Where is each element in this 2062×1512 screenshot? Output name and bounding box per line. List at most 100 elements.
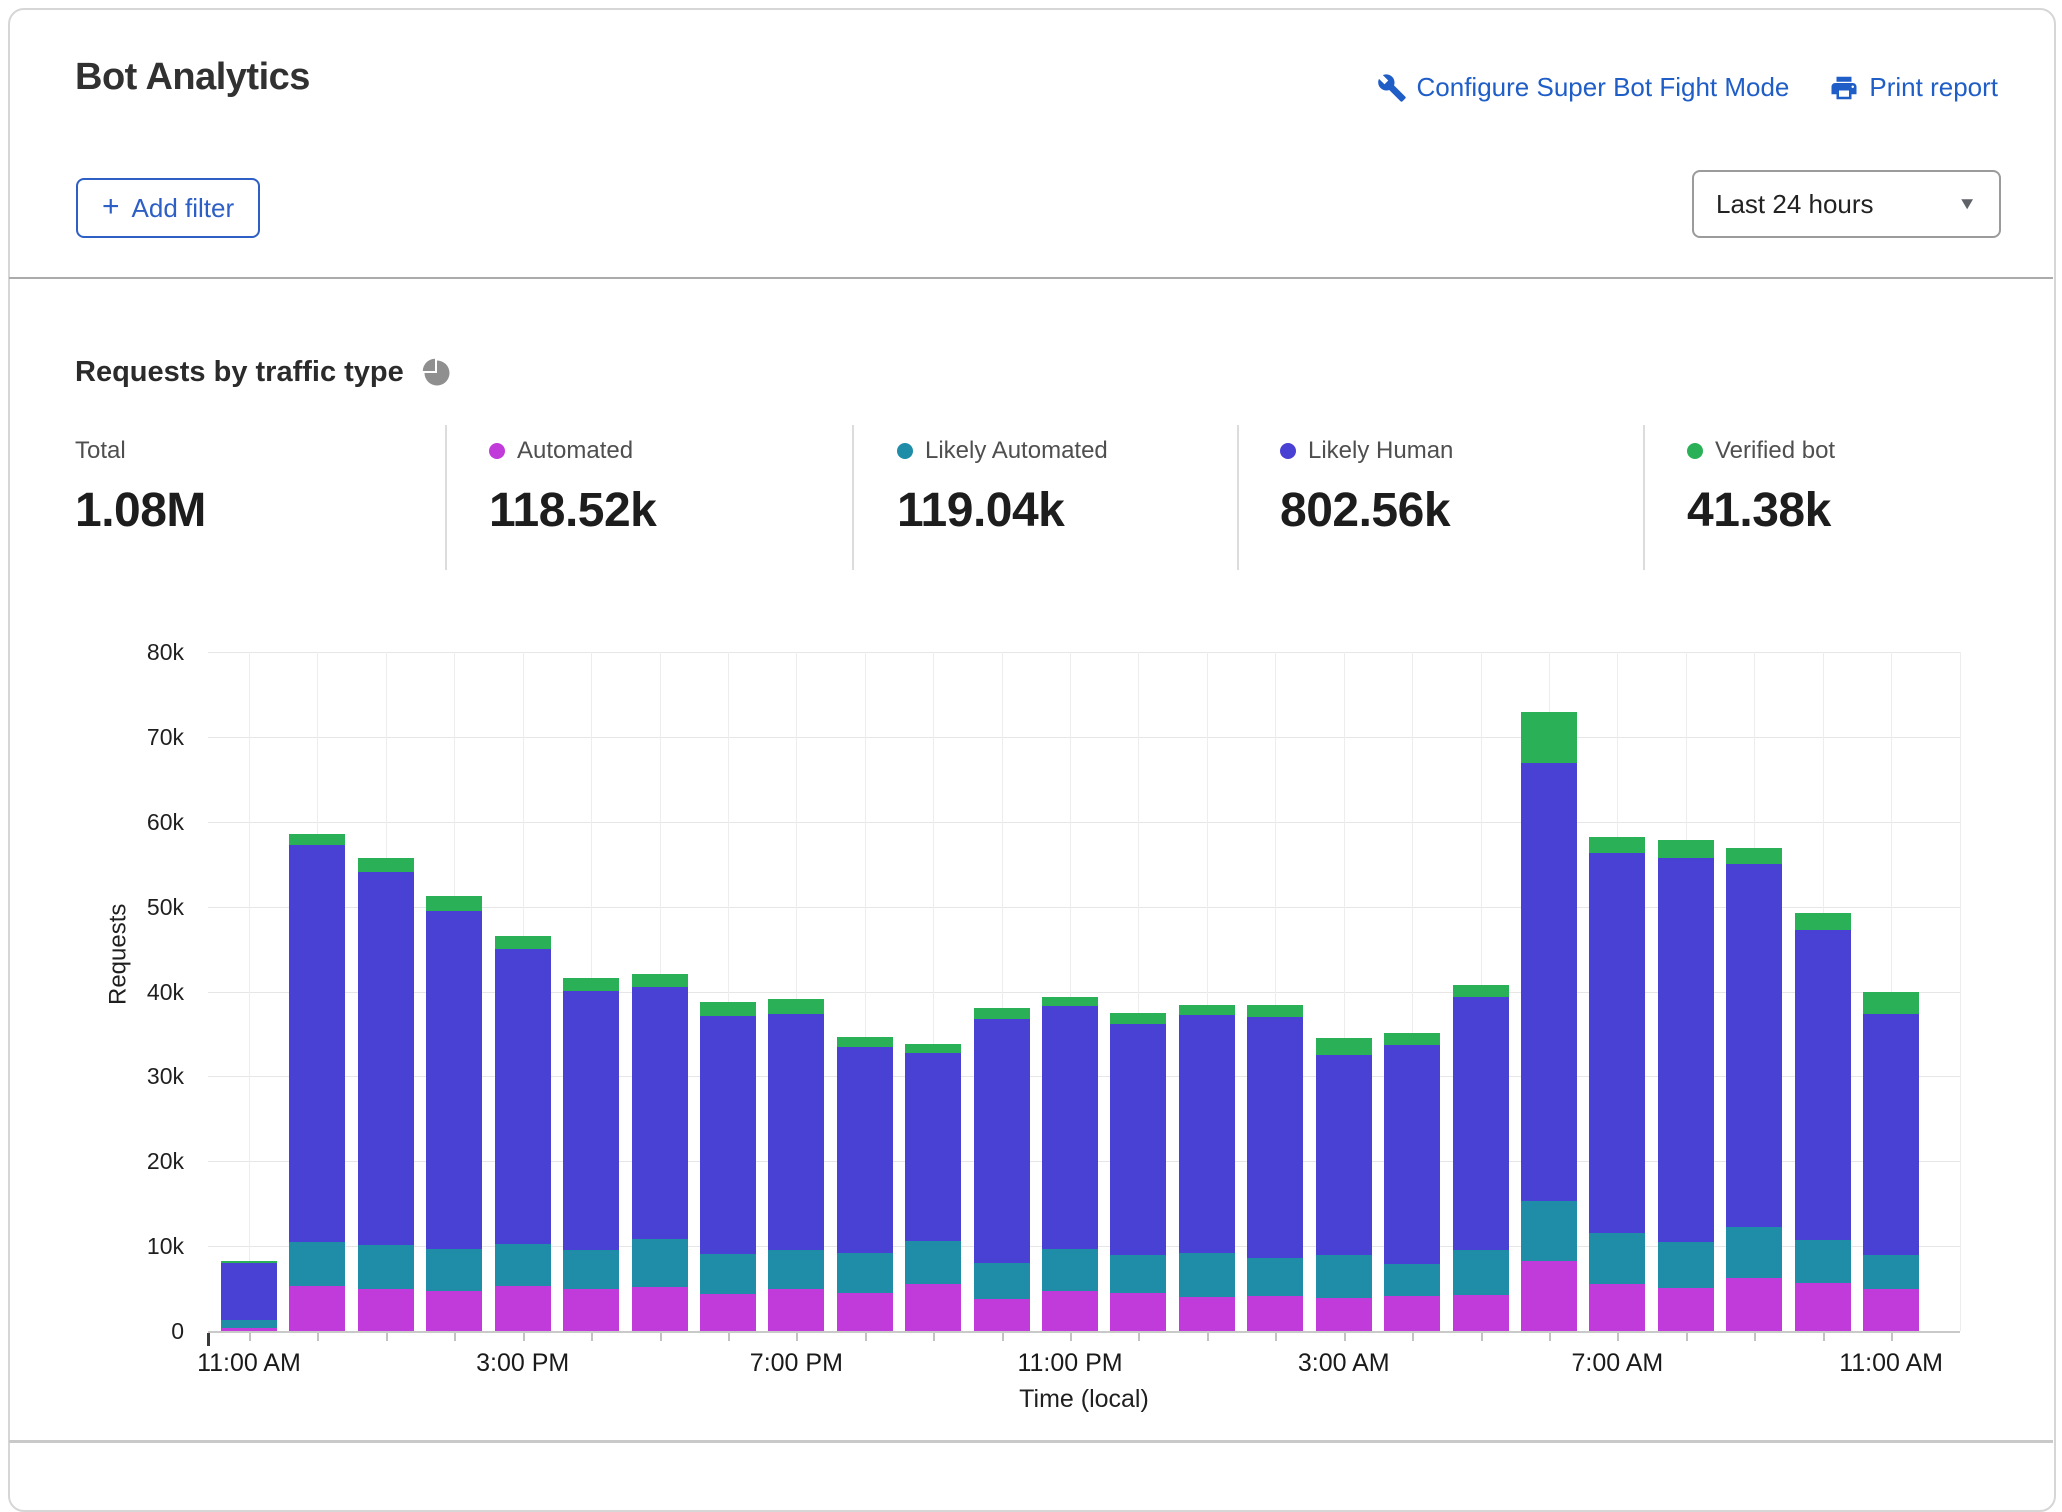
bar-segment-automated[interactable]: [1384, 1296, 1440, 1331]
bar-segment-likely-human[interactable]: [358, 872, 414, 1245]
bar-segment-verified-bot[interactable]: [221, 1261, 277, 1264]
bar-segment-likely-automated[interactable]: [905, 1241, 961, 1284]
bar-segment-likely-human[interactable]: [426, 911, 482, 1249]
bar-segment-automated[interactable]: [1726, 1278, 1782, 1331]
stacked-bar[interactable]: [289, 652, 345, 1331]
bar-segment-likely-human[interactable]: [289, 845, 345, 1242]
bar-segment-automated[interactable]: [700, 1294, 756, 1331]
bar-segment-likely-automated[interactable]: [768, 1250, 824, 1289]
bar-segment-verified-bot[interactable]: [632, 974, 688, 988]
bar-segment-verified-bot[interactable]: [768, 999, 824, 1013]
bar-segment-likely-human[interactable]: [1863, 1014, 1919, 1255]
bar-segment-likely-automated[interactable]: [563, 1250, 619, 1288]
bar-segment-automated[interactable]: [837, 1293, 893, 1331]
bar-segment-verified-bot[interactable]: [426, 896, 482, 910]
stacked-bar[interactable]: [1042, 652, 1098, 1331]
bar-segment-likely-human[interactable]: [974, 1019, 1030, 1263]
bar-segment-verified-bot[interactable]: [1453, 985, 1509, 997]
bar-segment-likely-automated[interactable]: [1316, 1255, 1372, 1298]
stacked-bar[interactable]: [1453, 652, 1509, 1331]
bar-segment-likely-automated[interactable]: [1589, 1233, 1645, 1285]
bar-segment-likely-human[interactable]: [1589, 853, 1645, 1232]
bar-segment-likely-automated[interactable]: [974, 1263, 1030, 1299]
stacked-bar[interactable]: [1726, 652, 1782, 1331]
bar-segment-automated[interactable]: [1453, 1295, 1509, 1331]
stacked-bar[interactable]: [1863, 652, 1919, 1331]
stacked-bar[interactable]: [1384, 652, 1440, 1331]
stacked-bar[interactable]: [1795, 652, 1851, 1331]
bar-segment-automated[interactable]: [1521, 1261, 1577, 1331]
bar-segment-automated[interactable]: [1589, 1284, 1645, 1331]
stacked-bar[interactable]: [837, 652, 893, 1331]
stacked-bar[interactable]: [221, 652, 277, 1331]
bar-segment-automated[interactable]: [905, 1284, 961, 1331]
bar-segment-automated[interactable]: [426, 1291, 482, 1331]
bar-segment-automated[interactable]: [632, 1287, 688, 1331]
bar-segment-automated[interactable]: [563, 1289, 619, 1331]
bar-segment-likely-human[interactable]: [1521, 763, 1577, 1201]
bar-segment-verified-bot[interactable]: [1863, 992, 1919, 1014]
bar-segment-likely-human[interactable]: [1110, 1024, 1166, 1255]
bar-segment-likely-human[interactable]: [1247, 1017, 1303, 1258]
bar-segment-likely-human[interactable]: [1795, 930, 1851, 1240]
bar-segment-automated[interactable]: [768, 1289, 824, 1331]
bar-segment-verified-bot[interactable]: [358, 858, 414, 872]
bar-segment-automated[interactable]: [1658, 1288, 1714, 1331]
bar-segment-verified-bot[interactable]: [1589, 837, 1645, 853]
bar-segment-likely-human[interactable]: [563, 991, 619, 1251]
bar-segment-verified-bot[interactable]: [1247, 1005, 1303, 1017]
bar-segment-verified-bot[interactable]: [905, 1044, 961, 1053]
bar-segment-likely-automated[interactable]: [358, 1245, 414, 1288]
bar-segment-likely-automated[interactable]: [1726, 1227, 1782, 1278]
stacked-bar[interactable]: [632, 652, 688, 1331]
bar-segment-verified-bot[interactable]: [1795, 913, 1851, 931]
bar-segment-verified-bot[interactable]: [495, 936, 551, 949]
stacked-bar[interactable]: [1247, 652, 1303, 1331]
bar-segment-likely-automated[interactable]: [289, 1242, 345, 1286]
stacked-bar[interactable]: [426, 652, 482, 1331]
bar-segment-likely-automated[interactable]: [221, 1320, 277, 1328]
bar-segment-verified-bot[interactable]: [974, 1008, 1030, 1019]
stacked-bar[interactable]: [563, 652, 619, 1331]
bar-segment-verified-bot[interactable]: [1316, 1038, 1372, 1055]
bar-segment-verified-bot[interactable]: [1179, 1005, 1235, 1015]
bar-segment-likely-automated[interactable]: [495, 1244, 551, 1286]
bar-segment-likely-automated[interactable]: [1795, 1240, 1851, 1282]
stacked-bar[interactable]: [768, 652, 824, 1331]
bar-segment-likely-automated[interactable]: [837, 1253, 893, 1293]
configure-super-bot-fight-mode-link[interactable]: Configure Super Bot Fight Mode: [1377, 72, 1790, 103]
bar-segment-likely-human[interactable]: [837, 1047, 893, 1253]
bar-segment-verified-bot[interactable]: [289, 834, 345, 845]
bar-segment-verified-bot[interactable]: [700, 1002, 756, 1016]
bar-segment-likely-human[interactable]: [700, 1016, 756, 1254]
stacked-bar[interactable]: [700, 652, 756, 1331]
bar-segment-likely-human[interactable]: [1316, 1055, 1372, 1254]
bar-segment-likely-human[interactable]: [905, 1053, 961, 1241]
bar-segment-automated[interactable]: [1316, 1298, 1372, 1331]
bar-segment-likely-human[interactable]: [1042, 1006, 1098, 1249]
stacked-bar[interactable]: [974, 652, 1030, 1331]
bar-segment-verified-bot[interactable]: [1521, 712, 1577, 763]
bar-segment-likely-automated[interactable]: [700, 1254, 756, 1294]
bar-segment-likely-human[interactable]: [768, 1014, 824, 1251]
bar-segment-likely-human[interactable]: [1179, 1015, 1235, 1253]
bar-segment-automated[interactable]: [1247, 1296, 1303, 1331]
bar-segment-automated[interactable]: [974, 1299, 1030, 1331]
stacked-bar[interactable]: [1110, 652, 1166, 1331]
bar-segment-likely-human[interactable]: [632, 987, 688, 1238]
time-range-dropdown[interactable]: Last 24 hours ▼: [1692, 170, 2001, 238]
bar-segment-verified-bot[interactable]: [1042, 997, 1098, 1006]
add-filter-button[interactable]: + Add filter: [76, 178, 260, 238]
stacked-bar[interactable]: [495, 652, 551, 1331]
bar-segment-verified-bot[interactable]: [1384, 1033, 1440, 1045]
bar-segment-likely-automated[interactable]: [426, 1249, 482, 1291]
bar-segment-likely-human[interactable]: [1453, 997, 1509, 1251]
bar-segment-likely-automated[interactable]: [1863, 1255, 1919, 1289]
stacked-bar[interactable]: [1658, 652, 1714, 1331]
bar-segment-verified-bot[interactable]: [1726, 848, 1782, 864]
bar-segment-verified-bot[interactable]: [1110, 1013, 1166, 1024]
bar-segment-likely-automated[interactable]: [1042, 1249, 1098, 1291]
bar-segment-likely-automated[interactable]: [1453, 1250, 1509, 1295]
stacked-bar[interactable]: [905, 652, 961, 1331]
bar-segment-automated[interactable]: [1110, 1293, 1166, 1331]
